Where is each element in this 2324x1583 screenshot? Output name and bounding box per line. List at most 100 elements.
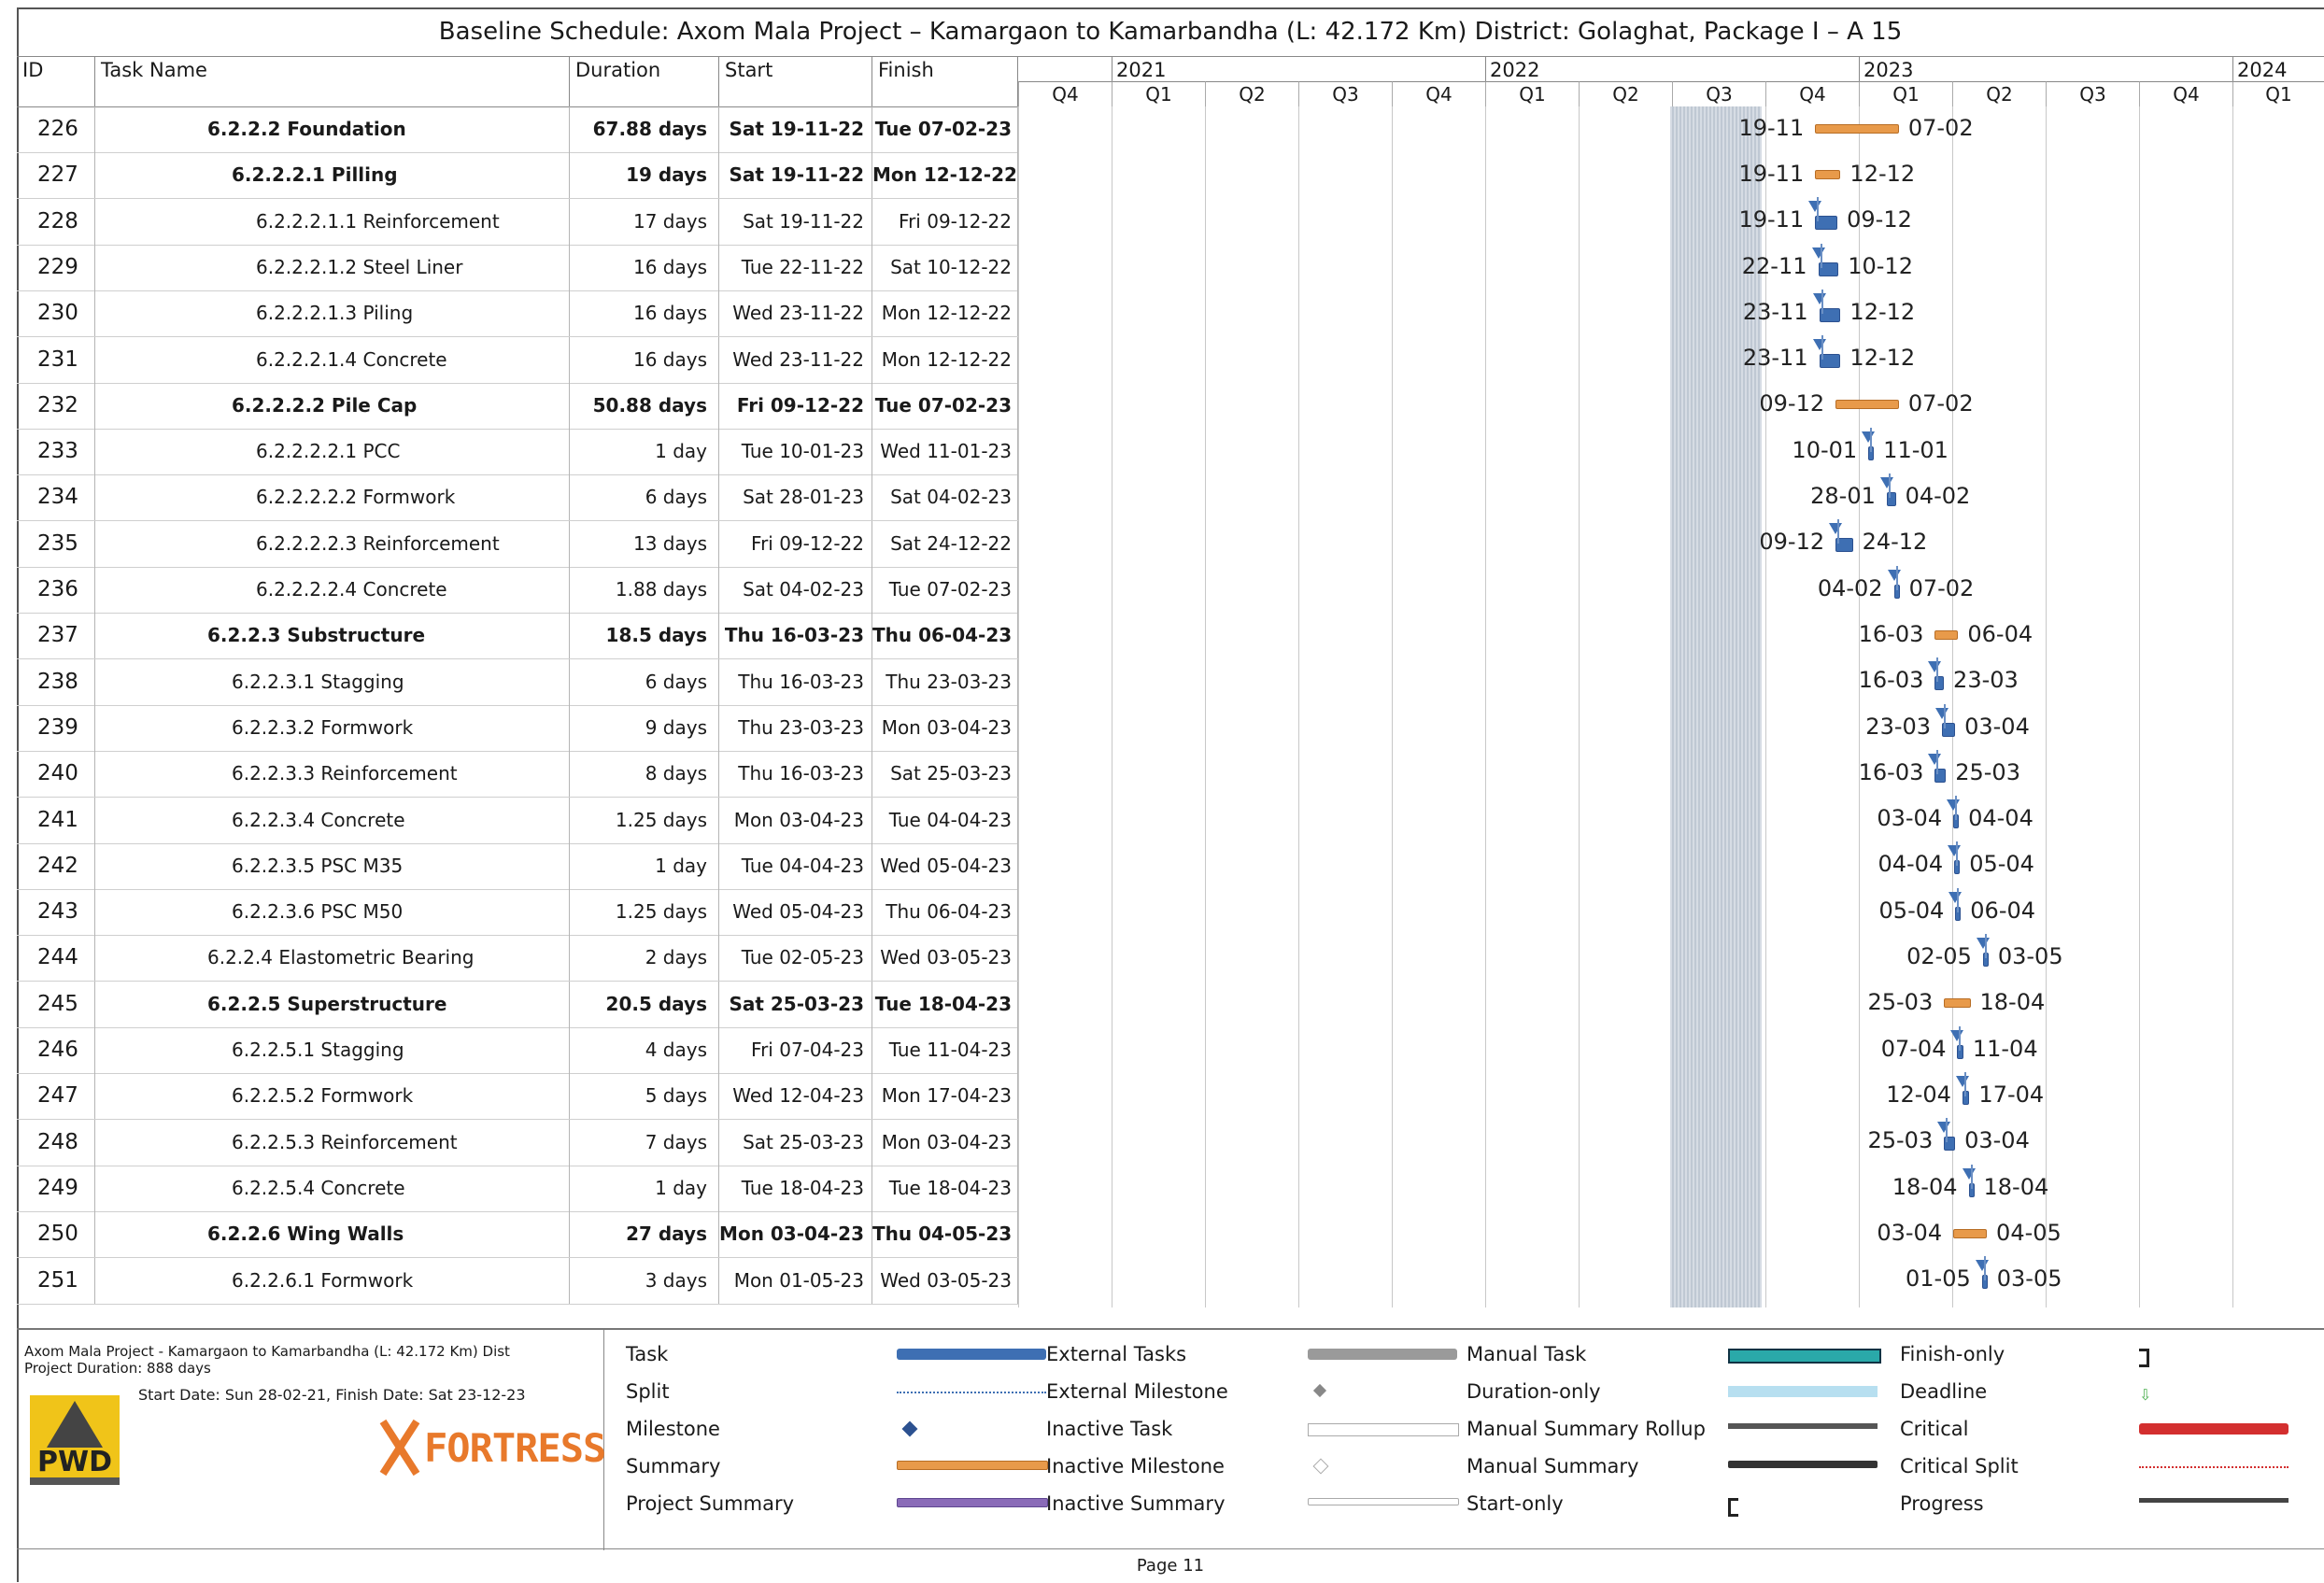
task-row[interactable]: 236 6.2.2.2.2.4 Concrete 1.88 days Sat 04-0… — [17, 567, 1018, 614]
task-id: 248 — [17, 1119, 95, 1166]
bar-start-label: 03-04 — [1877, 805, 1943, 832]
task-row[interactable]: 248 6.2.2.5.3 Reinforcement 7 days Sat 25-0… — [17, 1119, 1018, 1166]
bar-finish-label: 18-04 — [1983, 1173, 2049, 1200]
task-duration: 20.5 days — [570, 981, 719, 1027]
legend-label: Progress — [1900, 1492, 1984, 1515]
task-start: Sat 25-03-23 — [719, 1119, 872, 1166]
task-row[interactable]: 233 6.2.2.2.2.1 PCC 1 day Tue 10-01-23 Wed 1… — [17, 429, 1018, 476]
dependency-arrow-icon — [1887, 569, 1901, 581]
task-start: Fri 07-04-23 — [719, 1027, 872, 1073]
task-finish: Wed 11-01-23 — [872, 429, 1018, 475]
dependency-link — [1895, 565, 1898, 590]
task-name: 6.2.2.2 Foundation — [95, 106, 570, 152]
bar-start-label: 18-04 — [1892, 1173, 1958, 1200]
legend-label: Inactive Milestone — [1046, 1455, 1225, 1477]
task-row[interactable]: 231 6.2.2.2.1.4 Concrete 16 days Wed 23-11-… — [17, 336, 1018, 384]
dependency-link — [1820, 243, 1822, 268]
task-duration: 19 days — [570, 152, 719, 199]
task-duration: 1 day — [570, 1165, 719, 1211]
task-name: 6.2.2.5 Superstructure — [95, 981, 570, 1027]
task-duration: 50.88 days — [570, 382, 719, 429]
task-row[interactable]: 249 6.2.2.5.4 Concrete 1 day Tue 18-04-23 Tu… — [17, 1165, 1018, 1212]
task-duration: 6 days — [570, 474, 719, 521]
grid-line — [2139, 106, 2140, 1307]
task-row[interactable]: 246 6.2.2.5.1 Stagging 4 days Fri 07-04-23 T… — [17, 1027, 1018, 1074]
task-duration: 16 days — [570, 290, 719, 337]
task-row[interactable]: 227 6.2.2.2.1 Pilling 19 days Sat 19-11-22 M… — [17, 152, 1018, 200]
task-row[interactable]: 234 6.2.2.2.2.2 Formwork 6 days Sat 28-01-2… — [17, 474, 1018, 522]
summary-bar[interactable] — [1934, 629, 1959, 640]
task-row[interactable]: 241 6.2.2.3.4 Concrete 1.25 days Mon 03-04-… — [17, 797, 1018, 844]
task-row[interactable]: 239 6.2.2.3.2 Formwork 9 days Thu 23-03-23 M… — [17, 704, 1018, 752]
task-row[interactable]: 230 6.2.2.2.1.3 Piling 16 days Wed 23-11-22… — [17, 290, 1018, 338]
task-row[interactable]: 238 6.2.2.3.1 Stagging 6 days Thu 16-03-23 T… — [17, 658, 1018, 706]
bar-start-label: 23-11 — [1742, 345, 1808, 372]
task-row[interactable]: 251 6.2.2.6.1 Formwork 3 days Mon 01-05-23 W… — [17, 1257, 1018, 1305]
grid-line — [1859, 106, 1860, 1307]
bar-start-label: 19-11 — [1738, 206, 1805, 233]
task-name: 6.2.2.3.1 Stagging — [95, 658, 570, 705]
summary-bar[interactable] — [1815, 123, 1899, 134]
summary-bar[interactable] — [1953, 1228, 1988, 1238]
task-name: 6.2.2.4 Elastometric Bearing — [95, 935, 570, 982]
dependency-arrow-icon — [1812, 292, 1826, 304]
task-row[interactable]: 235 6.2.2.2.2.3 Reinforcement 13 days Fri 0… — [17, 520, 1018, 568]
column-header-name[interactable]: Task Name — [95, 56, 570, 106]
task-finish: Tue 07-02-23 — [872, 106, 1018, 152]
legend-label: Milestone — [626, 1418, 720, 1440]
legend-panel: Axom Mala Project - Kamargaon to Kamarba… — [17, 1328, 2324, 1550]
legend-symbol-summary — [897, 1461, 1048, 1470]
legend-symbol-progress — [2139, 1498, 2289, 1503]
task-id: 229 — [17, 244, 95, 290]
task-finish: Mon 03-04-23 — [872, 1119, 1018, 1166]
summary-bar[interactable] — [1835, 400, 1899, 410]
task-start: Tue 10-01-23 — [719, 429, 872, 475]
task-start: Tue 22-11-22 — [719, 244, 872, 290]
column-header-id[interactable]: ID — [17, 56, 95, 106]
task-start: Fri 09-12-22 — [719, 520, 872, 567]
column-header-finish[interactable]: Finish — [872, 56, 1018, 106]
dependency-arrow-icon — [1862, 431, 1876, 443]
task-id: 241 — [17, 797, 95, 843]
task-row[interactable]: 232 6.2.2.2.2 Pile Cap 50.88 days Fri 09-12… — [17, 382, 1018, 430]
legend-label: Critical — [1900, 1418, 1969, 1440]
task-row[interactable]: 244 6.2.2.4 Elastometric Bearing 2 days Tue… — [17, 935, 1018, 982]
task-start: Wed 12-04-23 — [719, 1073, 872, 1120]
timescale-quarter: Q1 — [1112, 81, 1205, 106]
bar-start-label: 02-05 — [1906, 943, 1972, 970]
task-row[interactable]: 240 6.2.2.3.3 Reinforcement 8 days Thu 16-0… — [17, 751, 1018, 799]
task-id: 238 — [17, 658, 95, 705]
task-duration: 16 days — [570, 244, 719, 290]
task-row[interactable]: 237 6.2.2.3 Substructure 18.5 days Thu 16-0… — [17, 613, 1018, 660]
grid-line — [2046, 106, 2047, 1307]
bar-finish-label: 04-02 — [1905, 483, 1971, 510]
dependency-arrow-icon — [1948, 891, 1963, 903]
task-finish: Sat 10-12-22 — [872, 244, 1018, 290]
bar-start-label: 01-05 — [1906, 1265, 1971, 1293]
task-row[interactable]: 242 6.2.2.3.5 PSC M35 1 day Tue 04-04-23 Wed… — [17, 842, 1018, 890]
column-header-start[interactable]: Start — [719, 56, 872, 106]
legend-label: External Milestone — [1046, 1380, 1228, 1403]
task-finish: Wed 03-05-23 — [872, 935, 1018, 982]
dependency-arrow-icon — [1955, 1075, 1969, 1087]
legend-symbol-external-tasks — [1308, 1349, 1457, 1360]
task-row[interactable]: 250 6.2.2.6 Wing Walls 27 days Mon 03-04-23… — [17, 1211, 1018, 1259]
task-id: 228 — [17, 198, 95, 245]
bar-finish-label: 11-04 — [1972, 1035, 2038, 1062]
task-row[interactable]: 229 6.2.2.2.1.2 Steel Liner 16 days Tue 22-… — [17, 244, 1018, 291]
task-name: 6.2.2.2.2.2 Formwork — [95, 474, 570, 521]
task-row[interactable]: 247 6.2.2.5.2 Formwork 5 days Wed 12-04-23 M… — [17, 1073, 1018, 1121]
task-start: Sat 04-02-23 — [719, 567, 872, 613]
task-row[interactable]: 228 6.2.2.2.1.1 Reinforcement 17 days Sat 1… — [17, 198, 1018, 246]
dependency-arrow-icon — [1950, 1029, 1964, 1041]
column-header-duration[interactable]: Duration — [570, 56, 719, 106]
task-row[interactable]: 243 6.2.2.3.6 PSC M50 1.25 days Wed 05-04-2… — [17, 889, 1018, 937]
task-start: Mon 03-04-23 — [719, 797, 872, 843]
task-row[interactable]: 245 6.2.2.5 Superstructure 20.5 days Sat 25… — [17, 981, 1018, 1028]
task-row[interactable]: 226 6.2.2.2 Foundation 67.88 days Sat 19-11… — [17, 106, 1018, 153]
task-duration: 1 day — [570, 429, 719, 475]
bar-finish-label: 18-04 — [1979, 989, 2046, 1016]
summary-bar[interactable] — [1944, 998, 1971, 1009]
bar-start-label: 16-03 — [1858, 620, 1924, 647]
summary-bar[interactable] — [1815, 169, 1841, 179]
